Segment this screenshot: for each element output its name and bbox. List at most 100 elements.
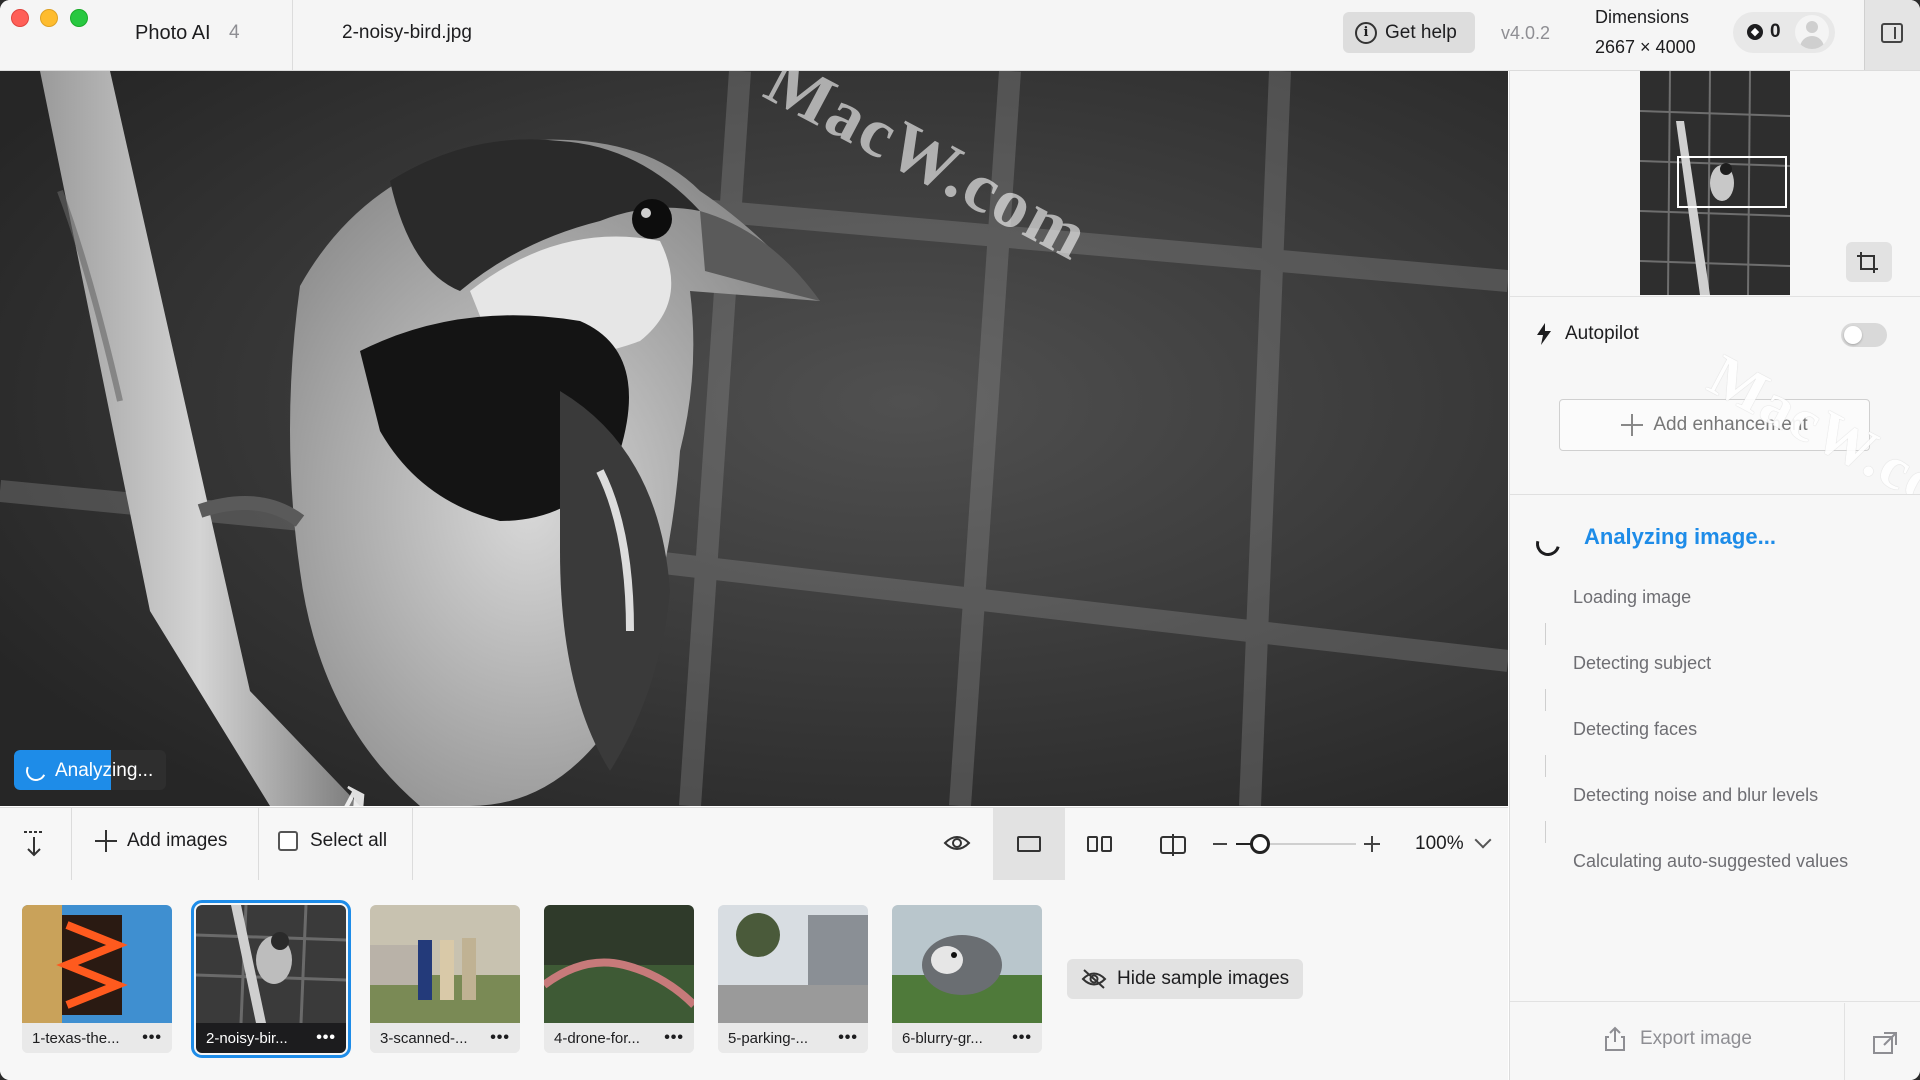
panel-divider xyxy=(1844,1003,1845,1080)
app-version-badge: 4 xyxy=(229,22,240,43)
split-view-icon[interactable] xyxy=(1160,834,1186,856)
crop-icon xyxy=(1857,252,1878,273)
thumbnail-caption: 3-scanned-... ••• xyxy=(370,1023,520,1053)
thumbnail-image xyxy=(22,905,172,1023)
add-images-button[interactable]: Add images xyxy=(95,830,227,852)
step-connector xyxy=(1545,821,1546,843)
chevron-down-icon[interactable] xyxy=(1474,831,1492,849)
hide-sample-images-button[interactable]: Hide sample images xyxy=(1067,959,1304,999)
single-view-icon xyxy=(1017,836,1041,852)
thumbnail-5[interactable]: 5-parking-... ••• xyxy=(718,905,868,1053)
export-image-button[interactable]: Export image xyxy=(1604,1026,1752,1052)
step-detecting-subject: Detecting subject xyxy=(1573,653,1712,673)
more-icon[interactable]: ••• xyxy=(664,1029,684,1047)
more-icon[interactable]: ••• xyxy=(1012,1029,1032,1047)
add-images-label: Add images xyxy=(127,830,228,851)
thumbnail-label: 6-blurry-gr... xyxy=(902,1029,983,1047)
eye-icon[interactable] xyxy=(943,832,971,854)
toggle-panel-button[interactable] xyxy=(1864,0,1920,70)
crop-button[interactable] xyxy=(1846,242,1892,282)
thumbnail-label: 1-texas-the... xyxy=(32,1029,120,1047)
export-icon xyxy=(1605,1026,1625,1051)
version-label: v4.0.2 xyxy=(1501,23,1551,43)
analyzing-status: Analyzing... xyxy=(14,750,166,790)
account-credits[interactable]: ◆ 0 xyxy=(1733,12,1835,53)
zoom-out-button[interactable] xyxy=(1213,843,1227,845)
lightning-icon xyxy=(1537,323,1551,345)
single-view-button[interactable] xyxy=(993,808,1065,880)
analysis-progress: Analyzing image... Loading image Detecti… xyxy=(1510,495,1920,995)
minimize-window-button[interactable] xyxy=(40,9,58,27)
step-calculating-values: Calculating auto-suggested values xyxy=(1573,851,1849,871)
thumbnail-1[interactable]: 1-texas-the... ••• xyxy=(22,905,172,1053)
more-icon[interactable]: ••• xyxy=(490,1029,510,1047)
thumbnail-label: 4-drone-for... xyxy=(554,1029,640,1047)
viewer-toolbar: Add images Select all 100% xyxy=(0,807,1508,881)
zoom-in-button[interactable] xyxy=(1364,836,1380,852)
app-window: Photo AI 4 2-noisy-bird.jpg i Get help v… xyxy=(0,0,1920,1080)
step-detecting-noise-blur: Detecting noise and blur levels xyxy=(1573,785,1819,805)
navigator-preview[interactable] xyxy=(1640,71,1790,295)
autopilot-label: Autopilot xyxy=(1565,323,1639,344)
zoom-window-button[interactable] xyxy=(70,9,88,27)
plus-icon xyxy=(95,830,117,852)
thumbnail-image xyxy=(718,905,868,1023)
get-help-label: Get help xyxy=(1385,21,1457,43)
zoom-level[interactable]: 100% xyxy=(1415,833,1464,855)
side-by-side-icon xyxy=(1087,836,1098,852)
thumbnail-caption: 5-parking-... ••• xyxy=(718,1023,868,1053)
thumbnail-caption: 6-blurry-gr... ••• xyxy=(892,1023,1042,1053)
dimensions-label: Dimensions xyxy=(1595,7,1690,27)
export-image-label: Export image xyxy=(1640,1028,1752,1049)
thumbnail-image xyxy=(892,905,1042,1023)
thumbnail-3[interactable]: 3-scanned-... ••• xyxy=(370,905,520,1053)
thumbnail-label: 5-parking-... xyxy=(728,1029,809,1047)
step-connector xyxy=(1545,623,1546,645)
sidebar-icon xyxy=(1881,23,1903,43)
filmstrip: 1-texas-the... ••• 2-noisy-bir... ••• 3-… xyxy=(0,880,1508,1080)
analyzing-title: Analyzing image... xyxy=(1584,524,1776,549)
current-file-name: 2-noisy-bird.jpg xyxy=(342,22,472,43)
eye-slash-icon xyxy=(1081,969,1107,989)
thumbnail-4[interactable]: 4-drone-for... ••• xyxy=(544,905,694,1053)
more-icon[interactable]: ••• xyxy=(838,1029,858,1047)
select-all-label: Select all xyxy=(310,830,388,851)
thumbnail-image xyxy=(544,905,694,1023)
checkbox-box[interactable] xyxy=(278,831,298,851)
credit-icon: ◆ xyxy=(1747,24,1763,40)
navigator-viewport[interactable] xyxy=(1677,156,1787,208)
panel-divider xyxy=(1510,1001,1920,1002)
sort-down-icon[interactable] xyxy=(22,830,46,858)
thumbnail-image xyxy=(370,905,520,1023)
avatar[interactable] xyxy=(1795,15,1829,49)
thumbnail-caption: 4-drone-for... ••• xyxy=(544,1023,694,1053)
step-connector xyxy=(1545,755,1546,777)
plus-icon xyxy=(1621,414,1644,436)
more-icon[interactable]: ••• xyxy=(142,1029,162,1047)
more-icon[interactable]: ••• xyxy=(316,1029,336,1047)
open-external-icon[interactable] xyxy=(1872,1031,1898,1055)
thumbnail-6[interactable]: 6-blurry-gr... ••• xyxy=(892,905,1042,1053)
thumbnail-2[interactable]: 2-noisy-bir... ••• xyxy=(191,900,351,1058)
side-by-side-icon-right xyxy=(1101,836,1112,852)
app-title: Photo AI xyxy=(135,22,211,44)
thumbnail-caption: 2-noisy-bir... ••• xyxy=(196,1023,346,1053)
step-connector xyxy=(1545,689,1546,711)
title-bar: Photo AI 4 2-noisy-bird.jpg i Get help v… xyxy=(0,0,1920,71)
zoom-slider-handle[interactable] xyxy=(1250,834,1270,854)
toolbar-divider xyxy=(412,808,413,880)
credit-count: 0 xyxy=(1770,21,1781,42)
side-by-side-view-button[interactable] xyxy=(1087,836,1113,852)
thumbnail-image xyxy=(196,905,346,1023)
image-viewer[interactable]: MacW.com MacW.com Analyzing... xyxy=(0,71,1508,806)
toolbar-divider xyxy=(71,808,72,880)
select-all-checkbox[interactable]: Select all xyxy=(278,830,387,852)
right-panel: Autopilot Add enhancement MacW.com Analy… xyxy=(1509,71,1920,1080)
step-detecting-faces: Detecting faces xyxy=(1573,719,1698,739)
close-window-button[interactable] xyxy=(11,9,29,27)
autopilot-toggle[interactable] xyxy=(1841,323,1887,347)
thumbnail-caption: 1-texas-the... ••• xyxy=(22,1023,172,1053)
bird-photo xyxy=(0,71,1508,806)
get-help-button[interactable]: i Get help xyxy=(1343,12,1475,53)
toolbar-divider xyxy=(258,808,259,880)
